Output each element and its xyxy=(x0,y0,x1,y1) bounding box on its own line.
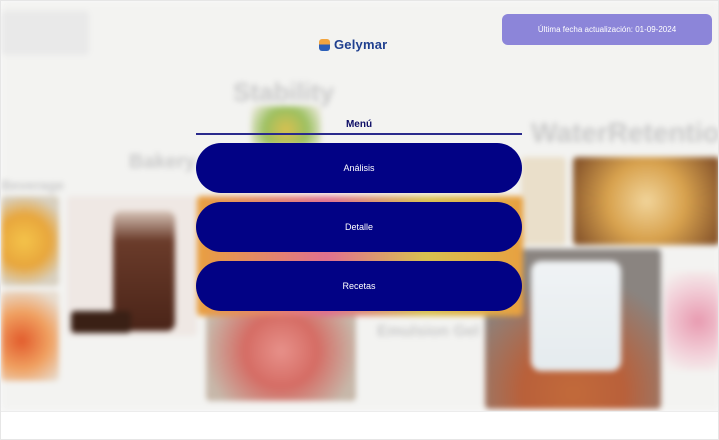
gelymar-logo-icon xyxy=(319,38,330,51)
main-menu: Menú Análisis Detalle Recetas xyxy=(196,117,522,320)
brand-name: Gelymar xyxy=(334,37,388,52)
menu-divider xyxy=(196,133,522,135)
background-word: Beverage xyxy=(1,177,65,193)
menu-title: Menú xyxy=(345,119,373,130)
last-update-badge: Última fecha actualización: 01-09-2024 xyxy=(502,14,712,45)
background-word: Emulsion Gel xyxy=(377,323,480,340)
background-word: Bakery xyxy=(129,151,196,173)
app-screen: Stability WaterRetention Bakery Beverage… xyxy=(0,0,719,440)
recipes-button[interactable]: Recetas xyxy=(196,261,522,311)
background-word: WaterRetention xyxy=(531,117,719,148)
footer-strip xyxy=(1,411,718,439)
brand-logo: Gelymar xyxy=(319,37,387,52)
background-word: Stability xyxy=(233,77,335,107)
analysis-button[interactable]: Análisis xyxy=(196,143,522,193)
detail-button[interactable]: Detalle xyxy=(196,202,522,252)
